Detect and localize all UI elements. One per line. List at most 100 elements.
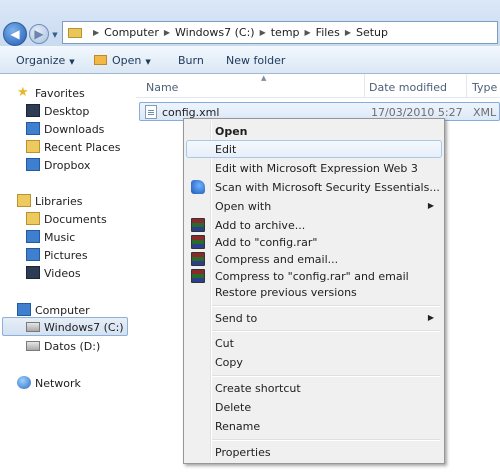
open-button[interactable]: Open ▼ (94, 54, 151, 67)
menu-item-add-to-config-rar[interactable]: Add to "config.rar" (186, 233, 442, 251)
menu-item-label: Scan with Microsoft Security Essentials.… (215, 181, 440, 194)
column-divider[interactable] (466, 74, 467, 98)
menu-item-open-with[interactable]: Open with ▶ (186, 197, 442, 215)
back-button[interactable]: ◀ (3, 22, 27, 46)
breadcrumb-separator[interactable]: ▶ (305, 28, 311, 37)
nav-item-datos-drive[interactable]: Datos (D:) (0, 337, 130, 355)
breadcrumb[interactable]: ▶ Computer ▶ Windows7 (C:) ▶ temp ▶ File… (62, 21, 498, 44)
menu-separator (212, 375, 440, 376)
menu-item-restore-previous-versions[interactable]: Restore previous versions (186, 283, 442, 301)
command-bar: Organize ▼ Open ▼ Burn New folder (0, 46, 500, 74)
menu-item-label: Edit (215, 143, 237, 156)
nav-item-dropbox[interactable]: Dropbox (0, 156, 130, 174)
nav-item-label: Recent Places (44, 141, 121, 154)
menu-item-create-shortcut[interactable]: Create shortcut (186, 379, 442, 397)
nav-libraries[interactable]: Libraries (0, 192, 130, 210)
recent-pages-dropdown[interactable]: ▼ (50, 29, 60, 41)
menu-item-label: Add to "config.rar" (215, 236, 318, 249)
burn-button[interactable]: Burn (178, 54, 204, 67)
nav-item-label: Desktop (44, 105, 90, 118)
menu-item-add-to-archive[interactable]: Add to archive... (186, 216, 442, 234)
nav-item-windows7-drive[interactable]: Windows7 (C:) (0, 318, 128, 336)
breadcrumb-temp[interactable]: temp (271, 26, 300, 39)
menu-item-properties[interactable]: Properties (186, 443, 442, 461)
chevron-down-icon: ▼ (52, 31, 58, 39)
menu-item-label: Rename (215, 420, 261, 433)
nav-item-documents[interactable]: Documents (0, 210, 130, 228)
security-essentials-icon (191, 180, 205, 194)
chevron-down-icon: ▼ (69, 58, 75, 66)
nav-item-pictures[interactable]: Pictures (0, 246, 130, 264)
nav-item-videos[interactable]: Videos (0, 264, 130, 282)
nav-item-label: Music (44, 231, 76, 244)
nav-computer-label: Computer (35, 304, 90, 317)
nav-item-label: Documents (44, 213, 107, 226)
nav-item-label: Datos (D:) (44, 340, 101, 353)
column-header-type[interactable]: Type (472, 81, 497, 94)
breadcrumb-windows7-drive[interactable]: Windows7 (C:) (175, 26, 255, 39)
winrar-icon (191, 252, 205, 266)
forward-arrow-icon: ▶ (34, 27, 44, 41)
menu-item-label: Restore previous versions (215, 286, 357, 299)
menu-item-rename[interactable]: Rename (186, 417, 442, 435)
menu-separator (212, 330, 440, 331)
menu-item-cut[interactable]: Cut (186, 334, 442, 352)
nav-network-label: Network (35, 377, 81, 390)
pictures-icon (26, 248, 40, 261)
address-bar-area: ◀ ▶ ▼ ▶ Computer ▶ Windows7 (C:) ▶ temp … (0, 0, 500, 46)
nav-favorites[interactable]: ★ Favorites (0, 84, 130, 102)
menu-item-label: Delete (215, 401, 252, 414)
nav-item-label: Dropbox (44, 159, 91, 172)
menu-item-label: Cut (215, 337, 234, 350)
nav-item-downloads[interactable]: Downloads (0, 120, 130, 138)
menu-item-compress-and-email[interactable]: Compress and email... (186, 250, 442, 268)
column-divider[interactable] (364, 74, 365, 98)
breadcrumb-separator[interactable]: ▶ (260, 28, 266, 37)
nav-computer[interactable]: Computer (0, 301, 130, 319)
folder-icon (68, 27, 82, 38)
back-arrow-icon: ◀ (10, 27, 20, 41)
winrar-icon (191, 218, 205, 232)
menu-item-label: Create shortcut (215, 382, 301, 395)
forward-button[interactable]: ▶ (29, 24, 49, 44)
column-header-date-modified[interactable]: Date modified (369, 81, 447, 94)
menu-item-delete[interactable]: Delete (186, 398, 442, 416)
menu-item-open[interactable]: Open (186, 122, 442, 140)
winrar-icon (191, 235, 205, 249)
star-icon: ★ (17, 85, 29, 100)
menu-item-label: Compress and email... (215, 253, 339, 266)
column-header-name[interactable]: Name (146, 81, 178, 94)
dropbox-icon (26, 158, 40, 171)
organize-label: Organize (16, 54, 66, 67)
nav-item-recent-places[interactable]: Recent Places (0, 138, 130, 156)
breadcrumb-setup[interactable]: Setup (356, 26, 388, 39)
menu-item-send-to[interactable]: Send to ▶ (186, 309, 442, 327)
submenu-arrow-icon: ▶ (427, 201, 434, 210)
nav-network[interactable]: Network (0, 374, 130, 392)
nav-item-label: Pictures (44, 249, 88, 262)
breadcrumb-separator[interactable]: ▶ (164, 28, 170, 37)
nav-item-music[interactable]: Music (0, 228, 130, 246)
organize-button[interactable]: Organize ▼ (16, 54, 75, 67)
menu-item-edit[interactable]: Edit (186, 140, 442, 158)
menu-separator (212, 439, 440, 440)
menu-item-label: Compress to "config.rar" and email (215, 270, 409, 283)
nav-item-label: Videos (44, 267, 81, 280)
breadcrumb-separator[interactable]: ▶ (345, 28, 351, 37)
drive-icon (26, 341, 40, 351)
menu-item-edit-with-expression-web[interactable]: Edit with Microsoft Expression Web 3 (186, 159, 442, 177)
burn-label: Burn (178, 54, 204, 67)
nav-item-desktop[interactable]: Desktop (0, 102, 130, 120)
breadcrumb-computer[interactable]: Computer (104, 26, 159, 39)
menu-item-copy[interactable]: Copy (186, 353, 442, 371)
downloads-icon (26, 122, 40, 135)
new-folder-label: New folder (226, 54, 286, 67)
documents-icon (26, 212, 40, 225)
breadcrumb-separator[interactable]: ▶ (93, 28, 99, 37)
videos-icon (26, 266, 40, 279)
breadcrumb-files[interactable]: Files (316, 26, 340, 39)
context-menu: Open Edit Edit with Microsoft Expression… (183, 118, 445, 464)
menu-item-scan-security-essentials[interactable]: Scan with Microsoft Security Essentials.… (186, 178, 442, 196)
winrar-icon (191, 269, 205, 283)
new-folder-button[interactable]: New folder (226, 54, 285, 67)
